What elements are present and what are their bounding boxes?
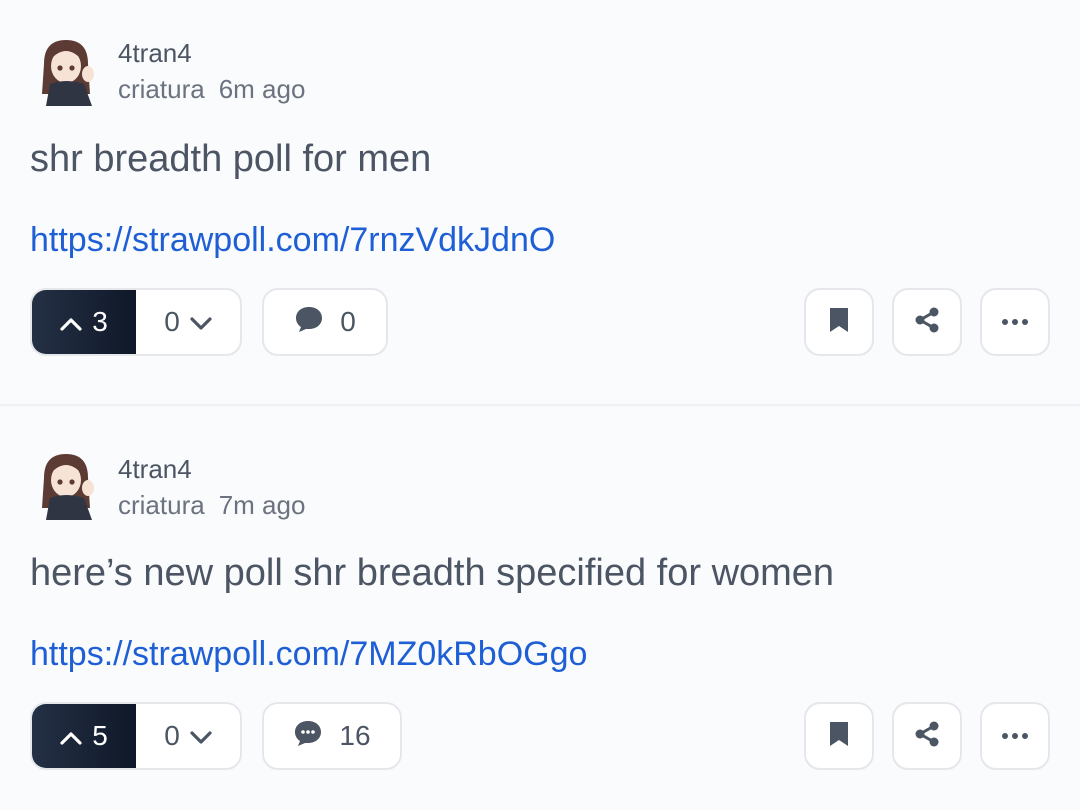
downvote-button[interactable]: 0 [136,704,240,768]
post-card: 4tran4 criatura 6m ago shr breadth poll f… [0,0,1080,404]
avatar[interactable] [30,448,102,520]
comments-button[interactable]: 0 [262,288,388,356]
post-meta: criatura 7m ago [118,490,305,520]
post-author[interactable]: 4tran4 [118,38,192,68]
post-author[interactable]: 4tran4 [118,454,192,484]
bookmark-button[interactable] [804,702,874,770]
upvote-count: 5 [92,720,108,751]
post-time: 6m ago [218,74,306,104]
avatar[interactable] [30,34,102,106]
more-options-button[interactable] [980,702,1050,770]
upvote-button[interactable]: 5 [32,704,136,768]
share-icon [912,305,942,340]
post-meta: criatura 6m ago [118,74,305,104]
comment-count: 0 [340,306,356,337]
post-title[interactable]: shr breadth poll for men [30,136,431,182]
post-link[interactable]: https://strawpoll.com/7rnzVdkJdnO [30,218,555,262]
vote-control: 3 0 [30,288,242,356]
post-community[interactable]: criatura [118,74,205,104]
post-card: 4tran4 criatura 7m ago here’s new poll sh… [0,406,1080,810]
comment-icon [294,305,324,340]
bookmark-icon [827,720,851,753]
share-button[interactable] [892,288,962,356]
chevron-down-icon [190,306,212,338]
downvote-count: 0 [164,720,180,751]
more-icon [1001,727,1029,745]
post-link[interactable]: https://strawpoll.com/7MZ0kRbOGgo [30,632,587,676]
chevron-down-icon [190,720,212,752]
upvote-count: 3 [92,306,108,337]
post-title[interactable]: here’s new poll shr breadth specified fo… [30,550,834,596]
post-community[interactable]: criatura [118,490,205,520]
chevron-up-icon [60,720,82,752]
more-icon [1001,313,1029,331]
more-options-button[interactable] [980,288,1050,356]
upvote-button[interactable]: 3 [32,290,136,354]
bookmark-icon [827,306,851,339]
comments-button[interactable]: 16 [262,702,402,770]
chevron-up-icon [60,306,82,338]
vote-control: 5 0 [30,702,242,770]
comment-count: 16 [339,720,371,751]
downvote-count: 0 [164,306,180,337]
share-icon [912,719,942,754]
post-time: 7m ago [218,490,306,520]
comment-icon [293,719,323,754]
downvote-button[interactable]: 0 [136,290,240,354]
share-button[interactable] [892,702,962,770]
bookmark-button[interactable] [804,288,874,356]
